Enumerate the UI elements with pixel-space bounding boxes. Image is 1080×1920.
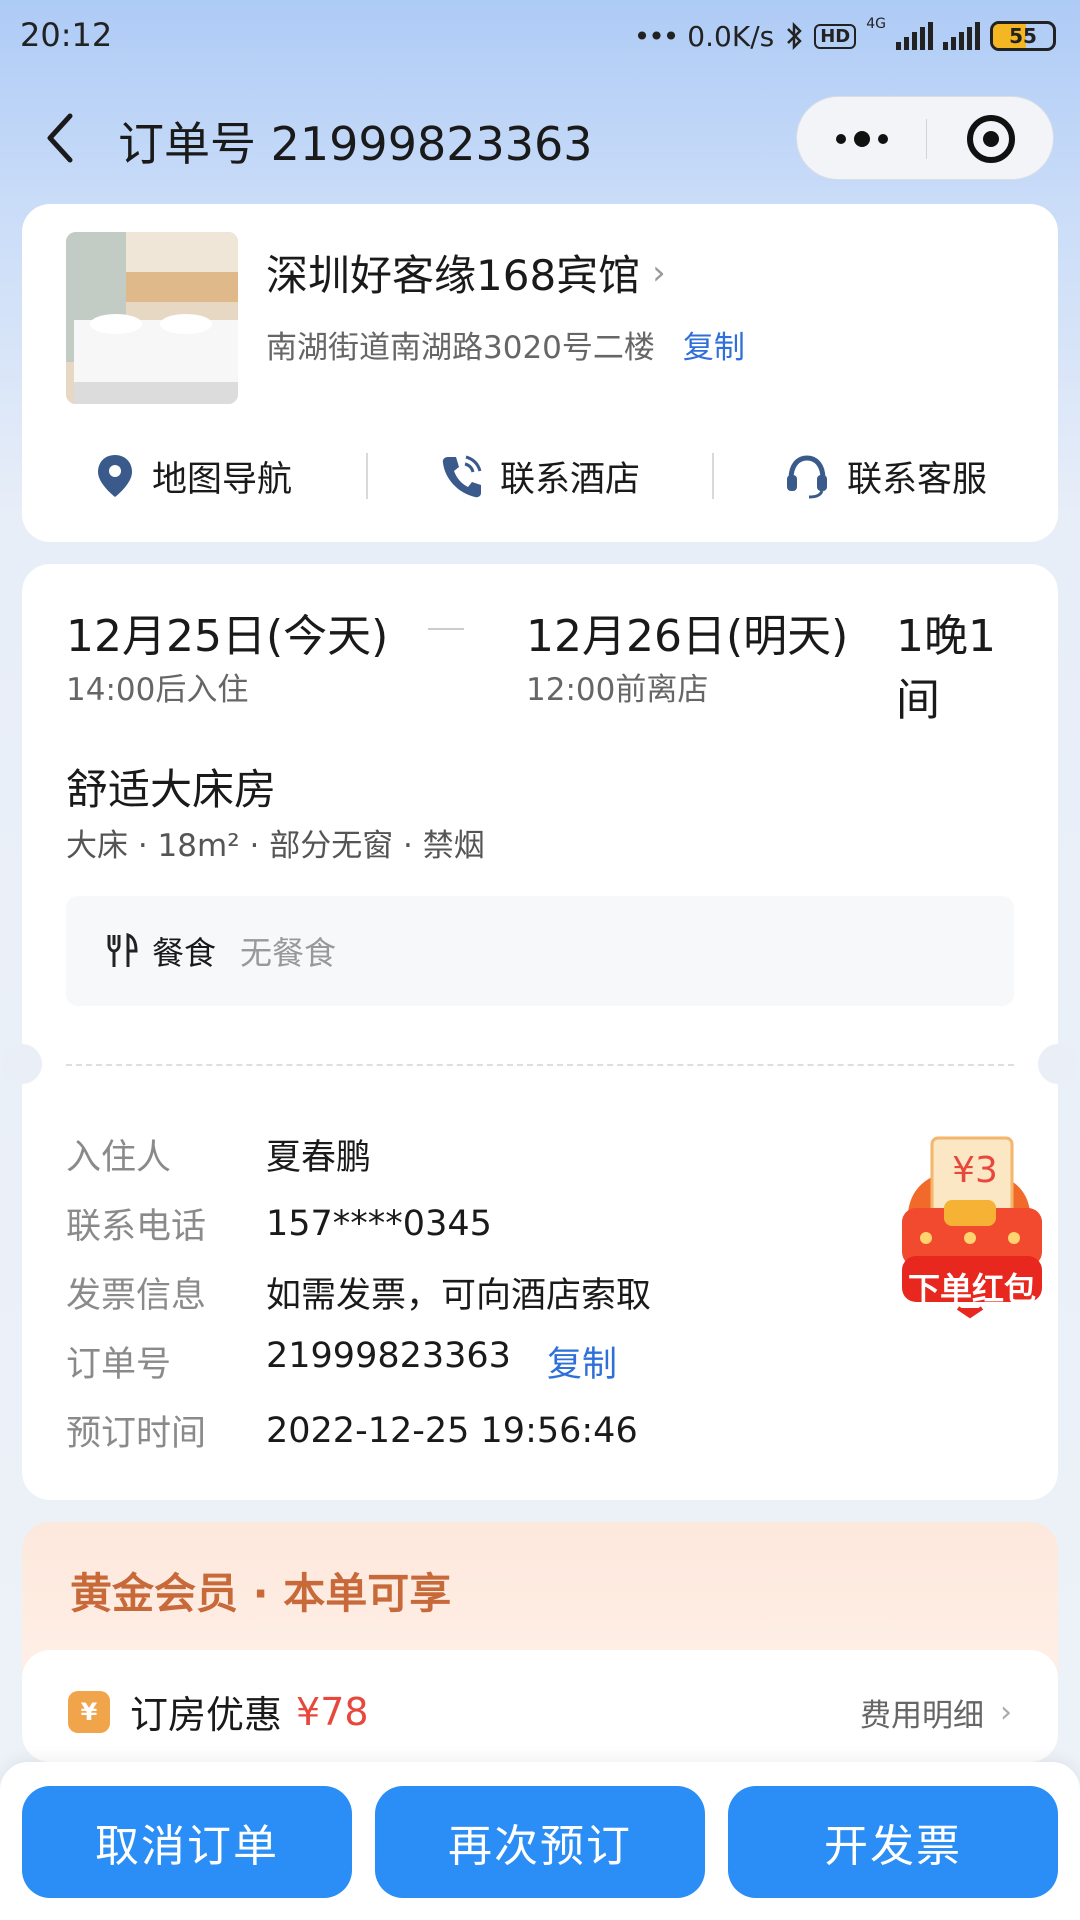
status-time: 20:12 — [20, 16, 113, 54]
info-row-booking-time: 预订时间 2022-12-25 19:56:46 — [66, 1396, 966, 1465]
discount-amount: ¥78 — [296, 1689, 369, 1734]
close-button[interactable] — [926, 97, 1055, 181]
hotel-actions: 地图导航 联系酒店 联系客服 — [22, 440, 1058, 512]
booking-time: 2022-12-25 19:56:46 — [266, 1410, 638, 1451]
yen-coin-icon: ¥ — [68, 1690, 110, 1733]
chevron-left-icon — [47, 113, 73, 163]
invoice-info: 如需发票，可向酒店索取 — [266, 1276, 652, 1316]
room-discount: ¥ 订房优惠 ¥78 — [68, 1684, 369, 1739]
info-row-order-number: 订单号 21999823363 复制 — [66, 1327, 966, 1396]
fee-detail-link[interactable]: 费用明细 › — [860, 1690, 1012, 1735]
bluetooth-icon — [787, 21, 802, 51]
rebook-button[interactable]: 再次预订 — [375, 1786, 705, 1898]
signal-icon — [896, 22, 933, 50]
info-row-guest: 入住人 夏春鹏 — [66, 1120, 966, 1189]
contact-service-label: 联系客服 — [846, 459, 987, 500]
cancel-order-button[interactable]: 取消订单 — [22, 1786, 352, 1898]
signal-icon-2 — [943, 22, 980, 50]
phone-icon — [442, 455, 482, 498]
issue-invoice-button[interactable]: 开发票 — [728, 1786, 1058, 1898]
hd-badge: HD — [814, 23, 857, 49]
red-packet-badge[interactable]: ¥3 下单红包 — [880, 1130, 1060, 1320]
red-packet-amount: ¥3 — [952, 1150, 998, 1191]
order-info-list: 入住人 夏春鹏 联系电话 157****0345 发票信息 如需发票，可向酒店索… — [66, 1120, 966, 1465]
target-close-icon — [966, 115, 1015, 163]
hotel-name: 深圳好客缘168宾馆 — [266, 251, 641, 300]
battery-icon: 55 — [990, 21, 1056, 51]
status-icons: ••• 0.0K/s HD 4G 55 — [634, 14, 1056, 58]
more-dots-icon-center — [853, 131, 870, 147]
discount-row: ¥ 订房优惠 ¥78 费用明细 › — [22, 1650, 1058, 1762]
room-name: 舒适大床房 — [66, 765, 277, 814]
contact-phone: 157****0345 — [266, 1203, 492, 1244]
info-label: 订单号 — [66, 1345, 172, 1385]
dashed-divider — [66, 1064, 1014, 1066]
meal-label: 餐食 — [152, 934, 217, 972]
contact-hotel-button[interactable]: 联系酒店 — [368, 451, 712, 502]
order-detail-card: 12月25日(今天) 14:00后入住 12月26日(明天) 12:00前离店 … — [2, 564, 1078, 1500]
chevron-right-icon: › — [1000, 1695, 1012, 1730]
info-label: 联系电话 — [66, 1207, 207, 1247]
hotel-name-link[interactable]: 深圳好客缘168宾馆 › — [266, 242, 666, 303]
checkout-date: 12月26日(明天) — [526, 611, 849, 662]
network-type: 4G — [866, 16, 886, 32]
contact-hotel-label: 联系酒店 — [499, 459, 640, 500]
battery-text: 55 — [1009, 24, 1037, 48]
room-attributes: 大床 · 18m² · 部分无窗 · 禁烟 — [66, 828, 485, 864]
nav-bar: 订单号 21999823363 — [0, 90, 1080, 186]
location-pin-icon — [97, 455, 132, 497]
member-title: 黄金会员 · 本单可享 — [70, 1569, 452, 1618]
status-bar: 20:12 ••• 0.0K/s HD 4G 55 — [0, 0, 1080, 72]
guest-name: 夏春鹏 — [266, 1138, 372, 1178]
page-title: 订单号 21999823363 — [118, 117, 593, 171]
nights-rooms: 1晚1间 — [896, 611, 996, 726]
hotel-room-image — [66, 232, 238, 404]
copy-order-button[interactable]: 复制 — [547, 1336, 617, 1387]
date-separator — [428, 628, 464, 630]
hotel-card: 深圳好客缘168宾馆 › 南湖街道南湖路3020号二楼 复制 地图导航 联系酒店… — [22, 204, 1058, 542]
order-number: 21999823363 — [266, 1336, 511, 1376]
info-row-phone: 联系电话 157****0345 — [66, 1189, 966, 1258]
stay-dates: 12月25日(今天) 14:00后入住 12月26日(明天) 12:00前离店 … — [66, 600, 1026, 726]
hotel-photo[interactable] — [66, 232, 238, 404]
info-label: 入住人 — [66, 1138, 172, 1178]
checkout-note: 12:00前离店 — [526, 672, 709, 708]
more-button[interactable] — [797, 97, 926, 181]
map-navigation-button[interactable]: 地图导航 — [22, 451, 366, 502]
hotel-address: 南湖街道南湖路3020号二楼 — [266, 330, 655, 366]
meal-value: 无餐食 — [240, 934, 337, 972]
member-benefits-card: 黄金会员 · 本单可享 ¥ 订房优惠 ¥78 费用明细 › — [22, 1522, 1058, 1762]
red-packet-label: 下单红包 — [907, 1270, 1036, 1308]
hotel-address-row: 南湖街道南湖路3020号二楼 复制 — [266, 322, 745, 367]
dots-icon: ••• — [633, 19, 680, 53]
ticket-notch-right — [1038, 1044, 1078, 1084]
meal-info: 餐食 无餐食 — [66, 896, 1014, 1006]
headset-icon — [786, 455, 827, 499]
miniprogram-capsule — [796, 96, 1054, 180]
info-label: 预订时间 — [66, 1414, 207, 1454]
more-dots-icon — [835, 134, 846, 144]
fee-detail-label: 费用明细 — [860, 1698, 984, 1734]
more-dots-icon-right — [877, 134, 888, 144]
copy-address-button[interactable]: 复制 — [683, 322, 745, 367]
checkin-date: 12月25日(今天) — [66, 611, 389, 662]
discount-label: 订房优惠 — [130, 1693, 283, 1737]
checkin-note: 14:00后入住 — [66, 672, 249, 708]
back-button[interactable] — [40, 108, 84, 168]
info-label: 发票信息 — [66, 1276, 207, 1316]
info-row-invoice: 发票信息 如需发票，可向酒店索取 — [66, 1258, 966, 1327]
fork-knife-icon — [107, 933, 138, 967]
chevron-right-icon: › — [652, 252, 666, 293]
ticket-notch-left — [2, 1044, 42, 1084]
bottom-action-bar: 取消订单 再次预订 开发票 — [0, 1762, 1080, 1920]
contact-service-button[interactable]: 联系客服 — [714, 451, 1058, 502]
network-speed: 0.0K/s — [687, 19, 775, 53]
map-navigation-label: 地图导航 — [151, 459, 292, 500]
